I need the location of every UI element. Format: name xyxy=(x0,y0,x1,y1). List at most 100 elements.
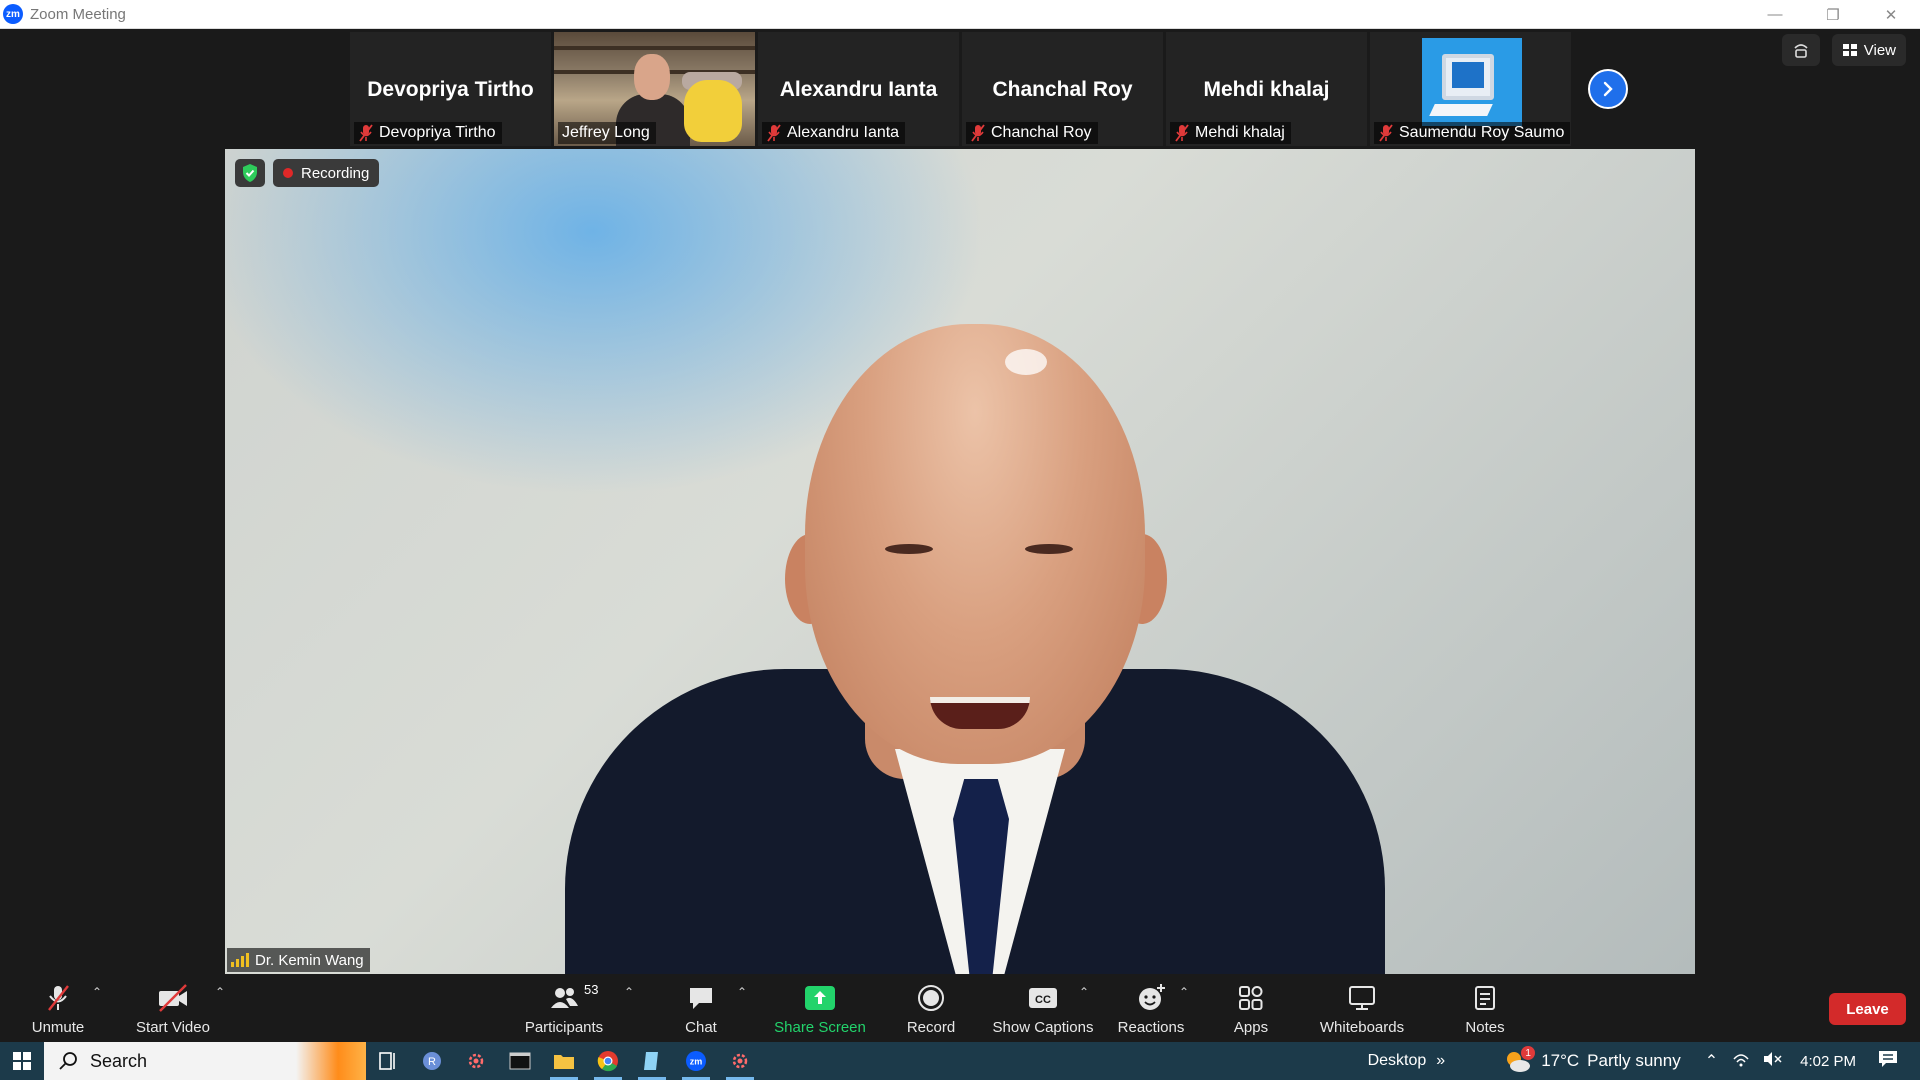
pikachu-toy xyxy=(684,80,742,142)
taskbar-app-r[interactable]: R xyxy=(410,1042,454,1080)
speaker-eye xyxy=(1025,544,1073,554)
taskbar-search[interactable]: Search xyxy=(44,1042,366,1080)
notepad-icon xyxy=(644,1052,658,1070)
record-button[interactable]: Record xyxy=(900,975,962,1042)
participant-tile[interactable]: Saumendu Roy Saumo xyxy=(1370,32,1571,146)
close-button[interactable]: ✕ xyxy=(1862,0,1920,29)
chevron-up-icon[interactable]: ⌃ xyxy=(1705,1051,1718,1071)
record-icon xyxy=(917,983,945,1013)
view-button[interactable]: View xyxy=(1831,34,1906,66)
taskbar-app-chrome[interactable] xyxy=(586,1042,630,1080)
reactions-icon xyxy=(1136,983,1166,1013)
participant-tile[interactable]: Jeffrey Long xyxy=(554,32,755,146)
taskbar-app-notepad[interactable] xyxy=(630,1042,674,1080)
encryption-shield-button[interactable] xyxy=(235,159,265,187)
meeting-info-button[interactable] xyxy=(1781,34,1820,66)
network-icon[interactable] xyxy=(1732,1051,1750,1072)
taskbar-app-gear-2[interactable] xyxy=(718,1042,762,1080)
speaker-name: Dr. Kemin Wang xyxy=(255,951,364,969)
participant-tile[interactable]: Alexandru Ianta Alexandru Ianta xyxy=(758,32,959,146)
mic-muted-icon xyxy=(359,124,373,142)
volume-muted-icon[interactable] xyxy=(1762,1051,1782,1072)
participant-name: Jeffrey Long xyxy=(562,124,650,141)
minimize-button[interactable]: — xyxy=(1746,0,1804,29)
participants-label: Participants xyxy=(524,1019,604,1036)
whiteboard-icon xyxy=(1347,983,1377,1013)
search-icon xyxy=(59,1052,77,1070)
participant-label: Jeffrey Long xyxy=(558,122,656,144)
head-highlight xyxy=(1005,349,1047,375)
mic-muted-icon xyxy=(971,124,985,142)
taskbar-app-gear[interactable] xyxy=(454,1042,498,1080)
weather-widget[interactable]: 1 17°C Partly sunny xyxy=(1503,1046,1681,1074)
task-view-button[interactable] xyxy=(366,1042,410,1080)
start-button[interactable] xyxy=(0,1042,44,1080)
closed-captions-icon: CC xyxy=(1027,983,1059,1013)
participant-label: Mehdi khalaj xyxy=(1170,122,1291,144)
taskbar-app-zoom[interactable]: zm xyxy=(674,1042,718,1080)
chat-options-caret[interactable]: ⌃ xyxy=(737,985,747,999)
svg-text:R: R xyxy=(428,1056,436,1068)
shield-icon xyxy=(243,164,257,182)
taskbar-app-terminal[interactable] xyxy=(498,1042,542,1080)
meeting-toolbar: Unmute ⌃ Start Video ⌃ Participants 53 ⌃… xyxy=(0,975,1920,1042)
meeting-status-badges: Recording xyxy=(235,159,380,187)
window-title: Zoom Meeting xyxy=(30,5,126,23)
speaker-name-label: Dr. Kemin Wang xyxy=(227,948,370,972)
top-right-controls: View xyxy=(1781,34,1906,66)
chat-button[interactable]: Chat xyxy=(676,975,726,1042)
participant-big-name: Chanchal Roy xyxy=(992,78,1133,101)
notifications-icon[interactable] xyxy=(1878,1050,1898,1073)
shelf-decor xyxy=(554,46,755,50)
terminal-icon xyxy=(509,1052,531,1070)
share-screen-button[interactable]: Share Screen xyxy=(770,975,870,1042)
participant-tile[interactable]: Devopriya Tirtho Devopriya Tirtho xyxy=(350,32,551,146)
chevron-right-icon xyxy=(1603,81,1613,97)
participants-options-caret[interactable]: ⌃ xyxy=(624,985,634,999)
keyboard-decor xyxy=(1429,104,1493,116)
chat-icon xyxy=(686,983,716,1013)
video-options-caret[interactable]: ⌃ xyxy=(215,985,225,999)
leave-button[interactable]: Leave xyxy=(1829,993,1906,1025)
recording-indicator[interactable]: Recording xyxy=(273,159,380,187)
person-face xyxy=(634,54,670,100)
zoom-taskbar-icon: zm xyxy=(686,1051,706,1071)
reactions-options-caret[interactable]: ⌃ xyxy=(1179,985,1189,999)
apps-button[interactable]: Apps xyxy=(1226,975,1276,1042)
whiteboards-button[interactable]: Whiteboards xyxy=(1314,975,1410,1042)
restore-button[interactable]: ❐ xyxy=(1804,0,1862,29)
unmute-label: Unmute xyxy=(31,1019,85,1036)
notes-icon xyxy=(1473,983,1497,1013)
system-tray: Desktop » 1 17°C Partly sunny ⌃ 4:02 PM xyxy=(1368,1042,1920,1080)
folder-icon xyxy=(554,1055,574,1069)
participant-name: Mehdi khalaj xyxy=(1195,124,1285,141)
search-highlight-decor xyxy=(296,1042,366,1080)
chevron-double-right-icon[interactable]: » xyxy=(1436,1052,1445,1070)
gear-app-icon xyxy=(468,1053,484,1069)
weather-temperature: 17°C xyxy=(1541,1051,1580,1070)
audio-options-caret[interactable]: ⌃ xyxy=(92,985,102,999)
participant-tile[interactable]: Mehdi khalaj Mehdi khalaj xyxy=(1166,32,1367,146)
participant-label: Devopriya Tirtho xyxy=(354,122,502,144)
desktop-toolbar-label[interactable]: Desktop xyxy=(1368,1052,1427,1070)
captions-options-caret[interactable]: ⌃ xyxy=(1079,985,1089,999)
notes-label: Notes xyxy=(1465,1019,1505,1036)
clock-time[interactable]: 4:02 PM xyxy=(1800,1053,1856,1070)
meeting-area: Devopriya Tirtho Devopriya Tirtho Jeffre… xyxy=(0,29,1920,975)
participant-strip: Devopriya Tirtho Devopriya Tirtho Jeffre… xyxy=(350,32,1571,146)
recording-dot-icon xyxy=(283,168,293,178)
participant-big-name: Devopriya Tirtho xyxy=(367,78,534,101)
participant-tile[interactable]: Chanchal Roy Chanchal Roy xyxy=(962,32,1163,146)
next-page-button[interactable] xyxy=(1588,69,1628,109)
reactions-label: Reactions xyxy=(1117,1019,1185,1036)
unmute-button[interactable]: Unmute xyxy=(26,975,90,1042)
recording-label: Recording xyxy=(301,164,370,182)
notes-button[interactable]: Notes xyxy=(1460,975,1510,1042)
start-video-button[interactable]: Start Video xyxy=(133,975,213,1042)
taskbar-app-file-explorer[interactable] xyxy=(542,1042,586,1080)
mic-muted-icon xyxy=(43,983,73,1013)
start-video-label: Start Video xyxy=(136,1019,210,1036)
whiteboards-label: Whiteboards xyxy=(1319,1019,1405,1036)
participant-label: Chanchal Roy xyxy=(966,122,1098,144)
show-captions-label: Show Captions xyxy=(992,1019,1094,1036)
